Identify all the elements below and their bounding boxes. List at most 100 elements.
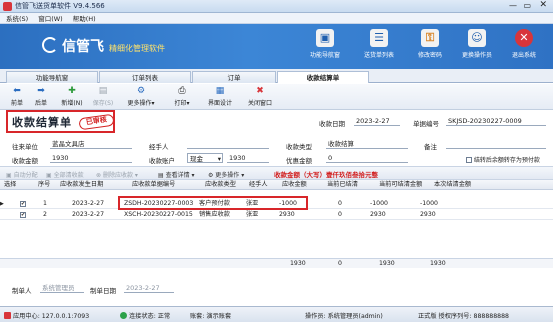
discount-field[interactable]: 0	[326, 153, 408, 163]
col-this-time: 本次结清金额	[434, 181, 472, 188]
maximize-icon[interactable]: ▭	[523, 1, 531, 10]
delete-receivable-button[interactable]: ⊗ 删除应收款 ▾	[96, 170, 138, 179]
customer-field[interactable]: 蓝晶文具店	[50, 139, 132, 149]
grid-more-button[interactable]: ⚙ 更多操作 ▾	[208, 170, 244, 179]
switch-operator-button[interactable]: ☺ 更换操作员	[455, 29, 499, 59]
amount-in-words: 收款金额（大写）壹仟玖佰叁拾元整	[274, 171, 378, 179]
date-label: 收款日期	[319, 120, 345, 128]
cell-handler: 张亚	[246, 211, 259, 218]
receipt-type-field[interactable]: 收款结算	[326, 139, 408, 149]
menu-help[interactable]: 帮助(H)	[73, 13, 96, 23]
handler-field[interactable]	[187, 139, 269, 149]
tab-order[interactable]: 订单	[192, 71, 276, 83]
total-amount: 1930	[290, 260, 306, 267]
layout-design-button[interactable]: ▦ 界面设计	[205, 86, 235, 107]
row-checkbox[interactable]: ✔	[20, 201, 26, 207]
brand-slogan: 精细化管理软件	[109, 44, 165, 53]
account-label: 收款账户	[149, 157, 175, 165]
account-amount-field[interactable]: 1930	[227, 153, 269, 163]
amount-label: 收款金额	[12, 157, 38, 165]
tab-order-list[interactable]: 订单列表	[99, 71, 191, 83]
account-select[interactable]: 现金 ▾	[187, 153, 223, 163]
clear-all-button[interactable]: ▣ 全部清收款	[46, 170, 84, 179]
receivables-grid: 选择 序号 应收款发生日期 应收款单据编号 应收款类型 经手人 应收金额 当前已…	[0, 180, 553, 264]
cell-code: XSCH-20230227-0015	[124, 211, 193, 218]
monitor-icon: ▣	[316, 29, 334, 47]
save-button[interactable]: ▤ 保存(S)	[88, 86, 118, 107]
prepayment-checkbox[interactable]	[466, 157, 472, 163]
menu-bar: 系统(S) 窗口(W) 帮助(H)	[0, 13, 553, 24]
form-footer: 制单人 系统管理员 制单日期 2023-2-27	[0, 276, 553, 306]
minimize-icon[interactable]: —	[509, 1, 517, 10]
doc-no-label: 单据编号	[413, 120, 439, 128]
col-handler: 经手人	[249, 181, 268, 188]
cell-date: 2023-2-27	[72, 200, 105, 207]
app-icon	[3, 1, 12, 11]
layout-icon: ▦	[215, 86, 225, 96]
print-button[interactable]: ⎙ 打印▾	[172, 86, 192, 107]
connection-status: 连接状态: 正常	[120, 311, 170, 320]
close-icon: ✕	[515, 29, 533, 47]
table-row[interactable]: ✔ 2 2023-2-27 XSCH-20230227-0015 销售应收款 张…	[0, 210, 553, 220]
chevron-down-icon: ▾	[151, 100, 155, 107]
discount-label: 优惠金额	[286, 157, 312, 165]
close-tab-button[interactable]: ✖ 关闭窗口	[245, 86, 275, 107]
cell-no: 2	[43, 211, 47, 218]
exit-system-button[interactable]: ✕ 退出系统	[502, 29, 546, 59]
row-checkbox[interactable]: ✔	[20, 212, 26, 218]
user-icon: ☺	[468, 29, 486, 47]
menu-window[interactable]: 窗口(W)	[38, 13, 63, 23]
prev-record-button[interactable]: ⬅ 前单	[8, 86, 26, 107]
license-status: 正式版 授权序列号: 888888888	[418, 313, 509, 320]
maker-field: 系统管理员	[40, 283, 84, 293]
view-detail-button[interactable]: ▤ 查看详情 ▾	[158, 170, 195, 179]
col-date: 应收款发生日期	[60, 181, 104, 188]
make-date-label: 制单日期	[90, 287, 116, 295]
col-kind: 应收款类型	[205, 181, 236, 188]
title-highlight-box	[6, 110, 115, 133]
cell-this-time[interactable]: -1000	[420, 199, 438, 209]
chevron-down-icon: ▾	[186, 100, 190, 107]
arrow-left-icon: ⬅	[13, 86, 21, 96]
more-actions-button[interactable]: ⚙ 更多操作▾	[124, 86, 158, 107]
col-select: 选择	[4, 181, 17, 188]
grid-totals-row: 1930 0 1930 1930	[0, 258, 553, 268]
tab-function-nav[interactable]: 功能导航窗	[6, 71, 98, 83]
cell-amount: 2930	[279, 211, 295, 218]
list-icon: ☰	[370, 29, 388, 47]
col-no: 序号	[38, 181, 51, 188]
delivery-list-button[interactable]: ☰ 送货单列表	[357, 29, 401, 59]
cell-settled: 0	[338, 211, 342, 218]
col-amount: 应收金额	[282, 181, 307, 188]
col-settled: 当前已结清	[327, 181, 358, 188]
auto-allocate-button[interactable]: ▣ 自动分配	[6, 170, 38, 179]
close-window-icon[interactable]: ✕	[539, 0, 547, 10]
make-date-field: 2023-2-27	[124, 283, 174, 293]
doc-no-field[interactable]: SKJSD-20230227-0009	[446, 116, 546, 126]
remark-field[interactable]	[446, 139, 546, 149]
new-button[interactable]: ✚ 新增(N)	[58, 86, 86, 107]
col-code: 应收款单据编号	[132, 181, 176, 188]
check-circle-icon	[120, 312, 127, 319]
row-pointer-icon: ▶	[0, 201, 4, 207]
date-field[interactable]: 2023-2-27	[354, 116, 400, 126]
app-center-status: 应用中心: 127.0.0.1:7093	[4, 311, 89, 320]
cell-this-time[interactable]: 2930	[420, 210, 436, 220]
window-titlebar: 信管飞送货单软件 V9.4.566 — ▭ ✕	[0, 0, 553, 13]
app-center-icon	[4, 312, 11, 319]
toolbar: ⬅ 前单 ➡ 后单 ✚ 新增(N) ▤ 保存(S) ⚙ 更多操作▾ ⎙ 打印▾ …	[0, 84, 553, 110]
account-set-status: 账套: 演示账套	[190, 313, 232, 320]
operator-status: 操作员: 系统管理员(admin)	[305, 313, 383, 320]
cell-no: 1	[43, 200, 47, 207]
next-record-button[interactable]: ➡ 后单	[32, 86, 50, 107]
menu-system[interactable]: 系统(S)	[6, 13, 28, 23]
change-password-button[interactable]: ⚿ 修改密码	[408, 29, 452, 59]
amount-field[interactable]: 1930	[50, 153, 132, 163]
prepayment-option[interactable]: 结转后余额转存为预付款	[466, 155, 540, 164]
arrow-right-icon: ➡	[37, 86, 45, 96]
grid-header: 选择 序号 应收款发生日期 应收款单据编号 应收款类型 经手人 应收金额 当前已…	[0, 180, 553, 190]
total-available: 1930	[379, 260, 395, 267]
maker-label: 制单人	[12, 287, 32, 295]
tab-receipt-settlement[interactable]: 收款结算单	[277, 71, 369, 83]
nav-window-button[interactable]: ▣ 功能导航窗	[303, 29, 347, 59]
